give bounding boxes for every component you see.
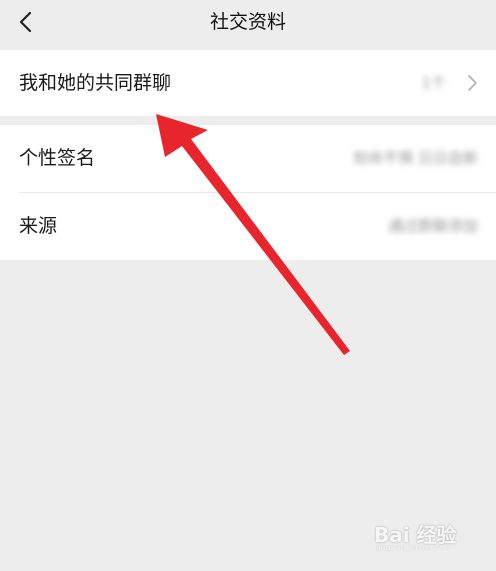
source-row: 来源 通过群聊添加 [0,193,496,260]
chevron-right-icon [468,75,477,91]
navigation-bar: 社交资料 [0,0,496,44]
source-value: 通过群聊添加 [387,217,478,235]
profile-info-card: 个性签名 知命不惧 日日自新 来源 通过群聊添加 [0,125,496,260]
watermark-url: jingyan.baidu.com [376,543,450,552]
common-groups-row[interactable]: 我和她的共同群聊 1个 [0,50,496,116]
signature-row: 个性签名 知命不惧 日日自新 [0,125,496,192]
signature-label: 个性签名 [19,147,96,169]
page-title: 社交资料 [209,11,286,33]
common-groups-label: 我和她的共同群聊 [19,72,172,94]
common-groups-count: 1个 [421,74,446,92]
source-label: 来源 [19,215,58,237]
baidu-jingyan-watermark: Bai 经验 jingyan.baidu.com [374,515,470,555]
signature-value: 知命不惧 日日自新 [353,149,478,167]
